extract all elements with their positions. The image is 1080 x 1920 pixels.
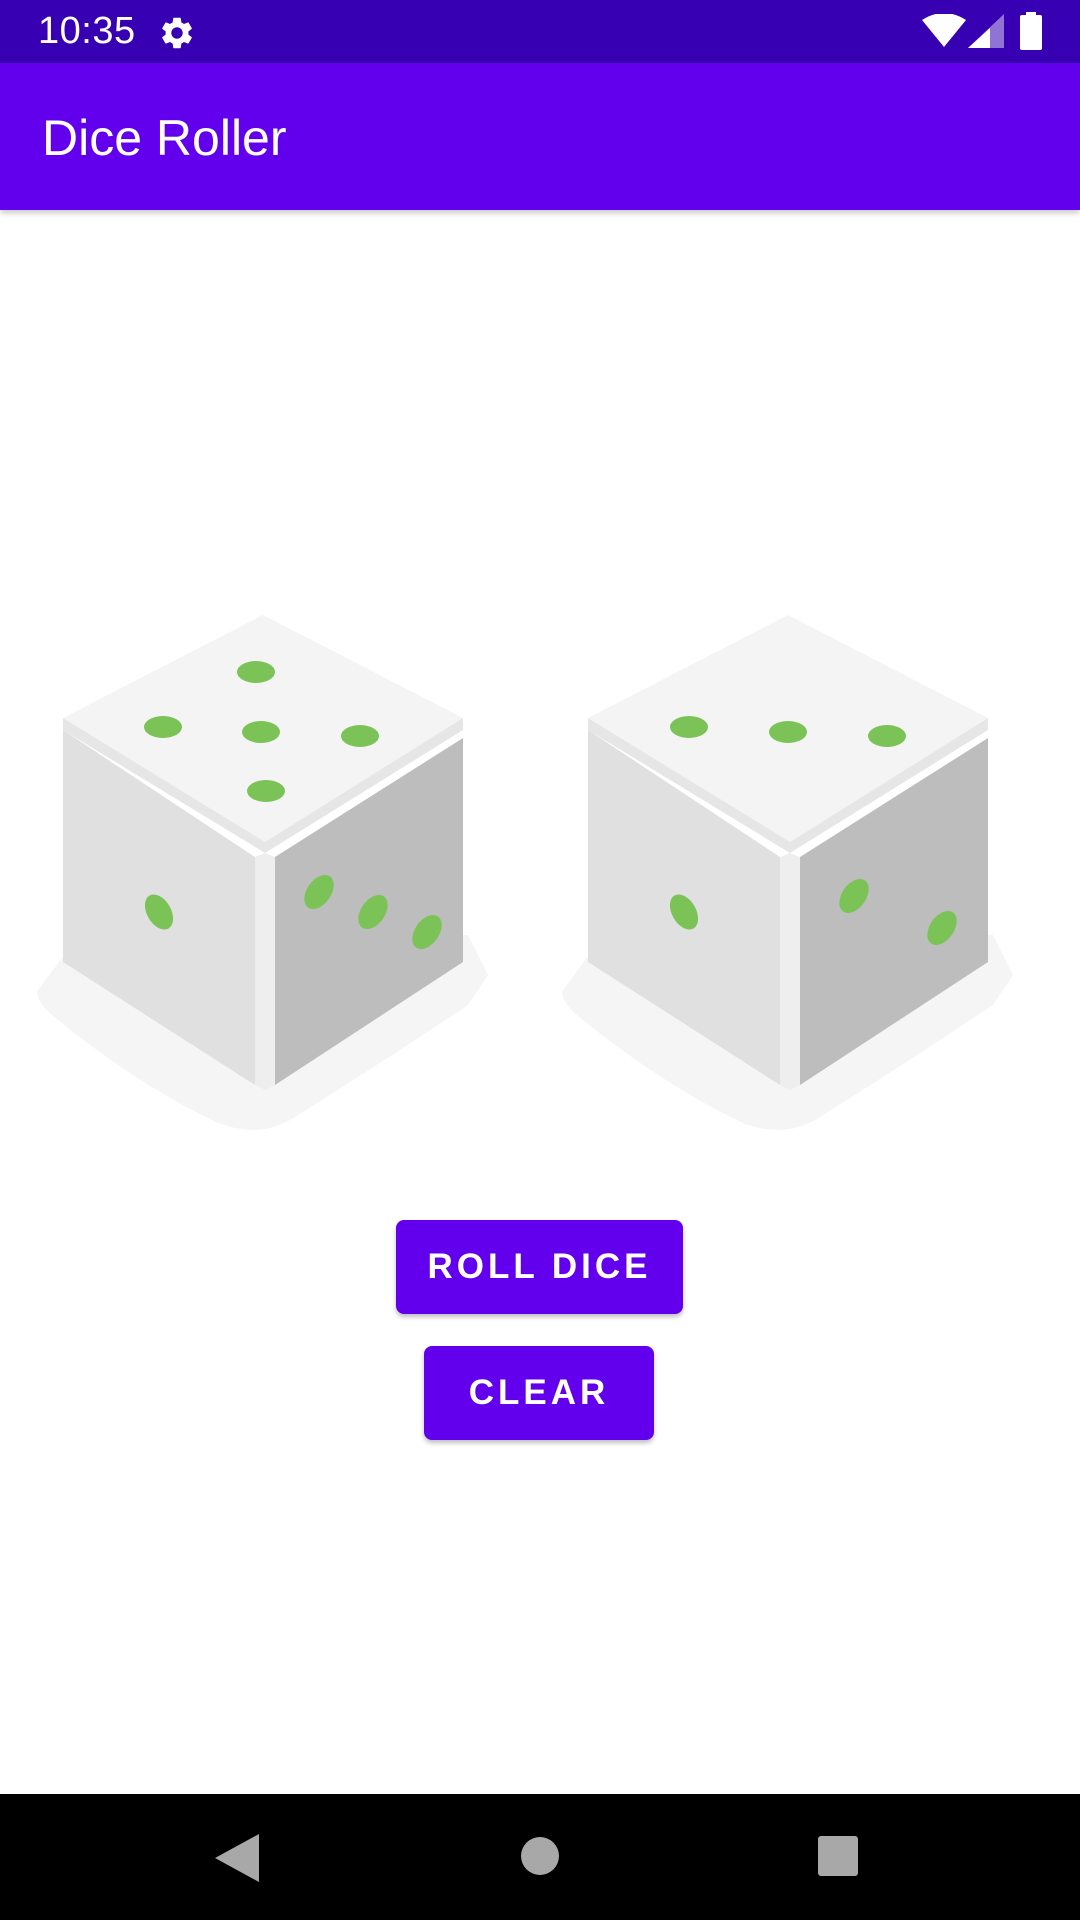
app-title: Dice Roller bbox=[42, 110, 287, 166]
pip bbox=[144, 716, 182, 738]
battery-icon bbox=[1020, 12, 1042, 50]
pip bbox=[868, 725, 906, 747]
pip bbox=[247, 780, 285, 802]
signal-icon bbox=[968, 14, 1004, 48]
clear-button[interactable]: CLEAR bbox=[424, 1346, 654, 1440]
navigation-bar bbox=[0, 1794, 1080, 1920]
die-right-image bbox=[562, 615, 1013, 1130]
die-edge bbox=[780, 853, 800, 1090]
status-time: 10:35 bbox=[38, 10, 136, 52]
pip bbox=[237, 661, 275, 683]
die-edge bbox=[255, 853, 275, 1090]
pip bbox=[670, 716, 708, 738]
gear-icon bbox=[162, 17, 192, 49]
app-bar: Dice Roller bbox=[0, 63, 1080, 210]
die-left-image bbox=[37, 615, 489, 1130]
pip bbox=[769, 721, 807, 743]
pip bbox=[242, 721, 280, 743]
status-bar: 10:35 bbox=[0, 0, 1080, 63]
back-icon[interactable] bbox=[215, 1834, 259, 1882]
pip bbox=[341, 725, 379, 747]
roll-dice-button[interactable]: ROLL DICE bbox=[396, 1220, 683, 1314]
dice-roller-screen: 10:35 Dice Roller ROLL DICE CLEAR bbox=[0, 0, 1080, 1920]
recents-icon[interactable] bbox=[818, 1836, 858, 1876]
wifi-icon bbox=[922, 14, 966, 47]
home-icon[interactable] bbox=[520, 1836, 560, 1876]
